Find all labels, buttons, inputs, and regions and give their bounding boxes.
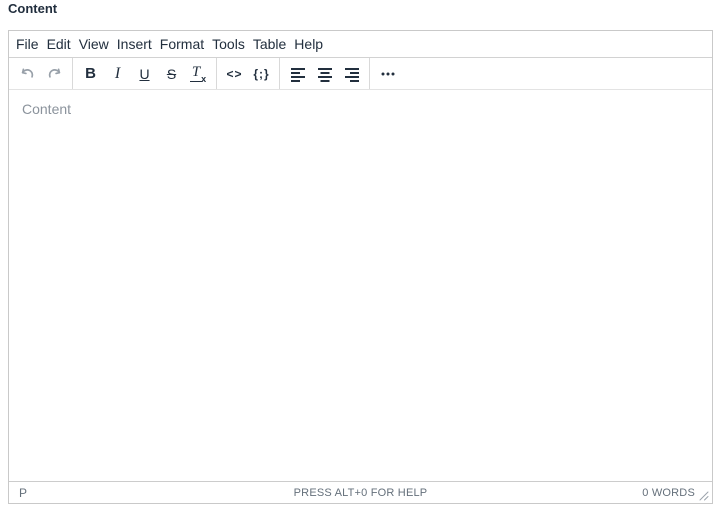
toolbar-group-more xyxy=(369,58,405,89)
redo-icon xyxy=(45,64,64,83)
undo-icon xyxy=(18,64,37,83)
menu-tools[interactable]: Tools xyxy=(208,33,249,55)
field-label: Content xyxy=(8,1,57,16)
align-center-button[interactable] xyxy=(311,60,338,87)
redo-button[interactable] xyxy=(41,60,68,87)
accessibility-help-text: PRESS ALT+0 FOR HELP xyxy=(9,487,712,499)
toolbar-group-alignment xyxy=(279,58,369,89)
underline-icon: U xyxy=(139,66,149,82)
resize-handle-icon[interactable] xyxy=(698,490,710,502)
rich-text-editor: File Edit View Insert Format Tools Table… xyxy=(8,30,713,504)
menu-view[interactable]: View xyxy=(75,33,113,55)
menu-help[interactable]: Help xyxy=(290,33,327,55)
statusbar-right: 0 WORDS xyxy=(642,484,712,502)
align-left-icon xyxy=(290,66,306,82)
toolbar: B I U S Tx <> xyxy=(9,58,712,90)
statusbar: P PRESS ALT+0 FOR HELP 0 WORDS xyxy=(9,481,712,503)
menu-file[interactable]: File xyxy=(12,33,43,55)
menu-format[interactable]: Format xyxy=(156,33,208,55)
toolbar-group-history xyxy=(10,58,72,89)
strikethrough-icon: S xyxy=(167,66,176,82)
align-center-icon xyxy=(317,66,333,82)
word-count[interactable]: 0 WORDS xyxy=(642,487,695,499)
strikethrough-button[interactable]: S xyxy=(158,60,185,87)
code-sample-button[interactable]: {;} xyxy=(248,60,275,87)
menu-table[interactable]: Table xyxy=(249,33,290,55)
bold-icon: B xyxy=(85,65,96,82)
toolbar-group-code: <> {;} xyxy=(216,58,279,89)
editor-content-area[interactable]: Content xyxy=(9,90,712,481)
clear-formatting-icon: Tx xyxy=(190,65,207,82)
source-code-icon: <> xyxy=(226,67,242,81)
italic-icon: I xyxy=(115,65,120,83)
more-options-icon xyxy=(380,66,396,82)
underline-button[interactable]: U xyxy=(131,60,158,87)
menu-insert[interactable]: Insert xyxy=(113,33,156,55)
align-left-button[interactable] xyxy=(284,60,311,87)
source-code-button[interactable]: <> xyxy=(221,60,248,87)
align-right-icon xyxy=(344,66,360,82)
toolbar-group-formatting: B I U S Tx xyxy=(72,58,216,89)
align-right-button[interactable] xyxy=(338,60,365,87)
editor-placeholder: Content xyxy=(22,101,71,117)
bold-button[interactable]: B xyxy=(77,60,104,87)
clear-formatting-button[interactable]: Tx xyxy=(185,60,212,87)
page: Content File Edit View Insert Format Too… xyxy=(0,0,721,510)
more-options-button[interactable] xyxy=(374,60,401,87)
menubar: File Edit View Insert Format Tools Table… xyxy=(9,31,712,58)
italic-button[interactable]: I xyxy=(104,60,131,87)
menu-edit[interactable]: Edit xyxy=(43,33,75,55)
element-path[interactable]: P xyxy=(19,486,27,500)
undo-button[interactable] xyxy=(14,60,41,87)
code-sample-icon: {;} xyxy=(253,67,269,81)
